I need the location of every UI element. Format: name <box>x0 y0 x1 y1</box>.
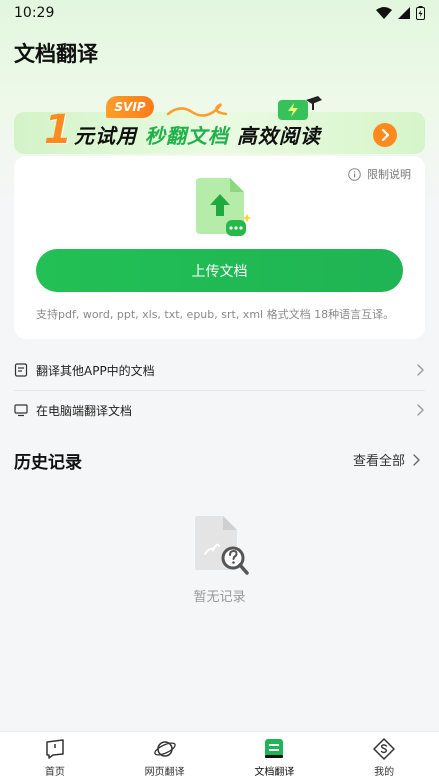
row-label: 在电脑端翻译文档 <box>36 403 133 418</box>
upload-card: 限制说明 上传文档 支持pdf, word, ppt, xls, txt, ep… <box>14 156 425 339</box>
banner-text-highlight: 秒翻文档 <box>144 124 229 148</box>
banner-text-part2: 高效阅读 <box>236 124 321 148</box>
nav-label: 首页 <box>44 767 65 778</box>
upload-file-icon <box>196 178 252 236</box>
battery-icon <box>416 6 425 20</box>
bottom-navigation: 首页 网页翻译 文档翻译 我的 <box>0 731 439 782</box>
profile-icon <box>373 738 395 760</box>
planet-icon <box>153 741 176 757</box>
banner-arrow-button[interactable] <box>373 123 397 147</box>
empty-history-icon <box>195 516 249 575</box>
status-bar: 10:29 <box>0 0 439 26</box>
view-all-history-link[interactable]: 查看全部 <box>353 450 421 469</box>
info-icon <box>348 167 361 181</box>
nav-web-translate[interactable]: 网页翻译 <box>110 732 220 782</box>
signal-icon <box>398 7 410 19</box>
wifi-icon <box>376 7 392 19</box>
limit-info-label: 限制说明 <box>367 168 411 181</box>
doc-translate-icon <box>265 739 284 758</box>
banner-text: 元试用 秒翻文档 高效阅读 <box>74 120 321 149</box>
nav-home[interactable]: 首页 <box>0 732 110 782</box>
nav-label: 网页翻译 <box>144 767 185 778</box>
nav-doc-translate[interactable]: 文档翻译 <box>220 732 330 782</box>
monitor-icon <box>14 404 28 417</box>
svip-badge: SVIP <box>106 96 154 118</box>
banner-text-part1: 元试用 <box>74 124 137 148</box>
home-icon <box>46 739 64 759</box>
translate-from-other-app-row[interactable]: 翻译其他APP中的文档 <box>14 350 425 390</box>
squiggle-decoration-icon <box>166 103 228 117</box>
view-all-label: 查看全部 <box>352 454 405 469</box>
nav-label: 文档翻译 <box>254 767 295 778</box>
chevron-right-icon <box>381 129 390 141</box>
history-title: 历史记录 <box>14 453 82 473</box>
empty-history-text: 暂无记录 <box>193 590 246 605</box>
limit-info-link[interactable]: 限制说明 <box>348 166 411 182</box>
battery-graduation-icon <box>278 96 322 120</box>
banner-number: 1 <box>44 107 72 153</box>
supported-formats-text: 支持pdf, word, ppt, xls, txt, epub, srt, x… <box>36 308 395 321</box>
chevron-right-icon <box>417 404 424 416</box>
translate-on-pc-row[interactable]: 在电脑端翻译文档 <box>14 390 425 430</box>
promo-banner[interactable]: SVIP 1 元试用 秒翻文档 高效阅读 <box>14 94 425 156</box>
chevron-right-icon <box>413 453 420 466</box>
upload-document-button[interactable]: 上传文档 <box>36 249 403 292</box>
nav-profile[interactable]: 我的 <box>329 732 439 782</box>
chevron-right-icon <box>417 364 424 376</box>
nav-label: 我的 <box>374 767 395 778</box>
page-title: 文档翻译 <box>14 42 98 66</box>
document-icon <box>14 363 28 377</box>
status-icons <box>376 6 425 20</box>
row-label: 翻译其他APP中的文档 <box>36 363 155 378</box>
status-time: 10:29 <box>14 5 55 21</box>
